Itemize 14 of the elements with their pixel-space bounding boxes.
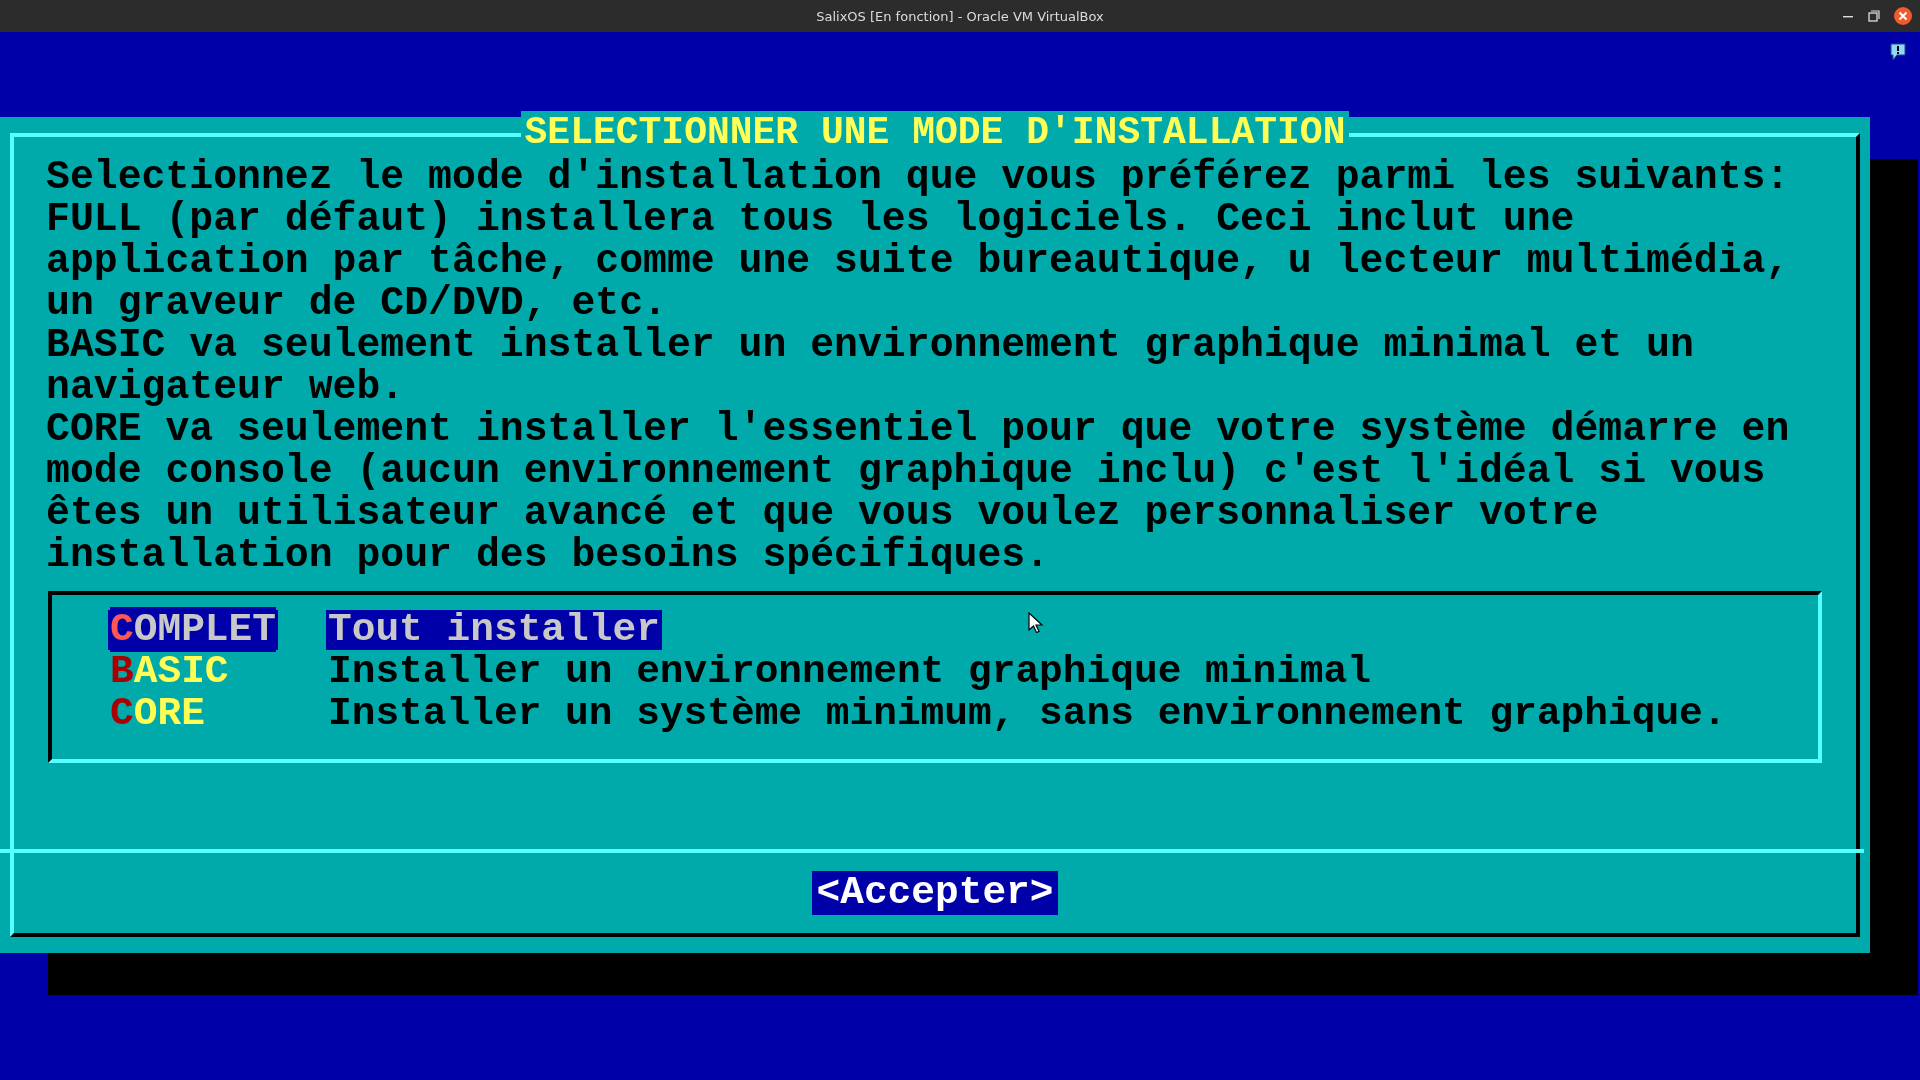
restore-icon[interactable] bbox=[1868, 10, 1880, 22]
option-description[interactable]: Installer un environnement graphique minimal bbox=[326, 652, 1373, 692]
accept-button[interactable]: <Accepter> bbox=[812, 871, 1058, 915]
paragraph: FULL (par défaut) installera tous les logiciels. Ceci inclut une application par tâche, comme une suite bureautique, u lecteur multimédia, un graveur de CD/DVD, etc. bbox=[46, 199, 1790, 325]
window-title: SalixOS [En fonction] - Oracle VM VirtualBox bbox=[816, 8, 1104, 24]
option-tag[interactable]: COMPLET bbox=[108, 610, 278, 650]
paragraph: BASIC va seulement installer un environnement graphique minimal et un navigateur web. bbox=[46, 325, 1694, 409]
paragraph: CORE va seulement installer l'essentiel pour que votre système démarre en mode console (aucun environnement graphique inclu) c'est l'idéal si vous êtes un utilisateur avancé et que vous voulez personnaliser votre installation pour des besoins spécifiques. bbox=[46, 409, 1790, 577]
option-description[interactable]: Installer un système minimum, sans environnement graphique. bbox=[326, 694, 1729, 734]
option-description[interactable]: Tout installer bbox=[326, 610, 662, 650]
paragraph: Selectionnez le mode d'installation que vous préférez parmi les suivants: bbox=[46, 157, 1790, 199]
notification-icon[interactable] bbox=[1890, 43, 1906, 62]
mouse-pointer-icon bbox=[1028, 612, 1044, 634]
close-icon[interactable] bbox=[1894, 7, 1912, 25]
